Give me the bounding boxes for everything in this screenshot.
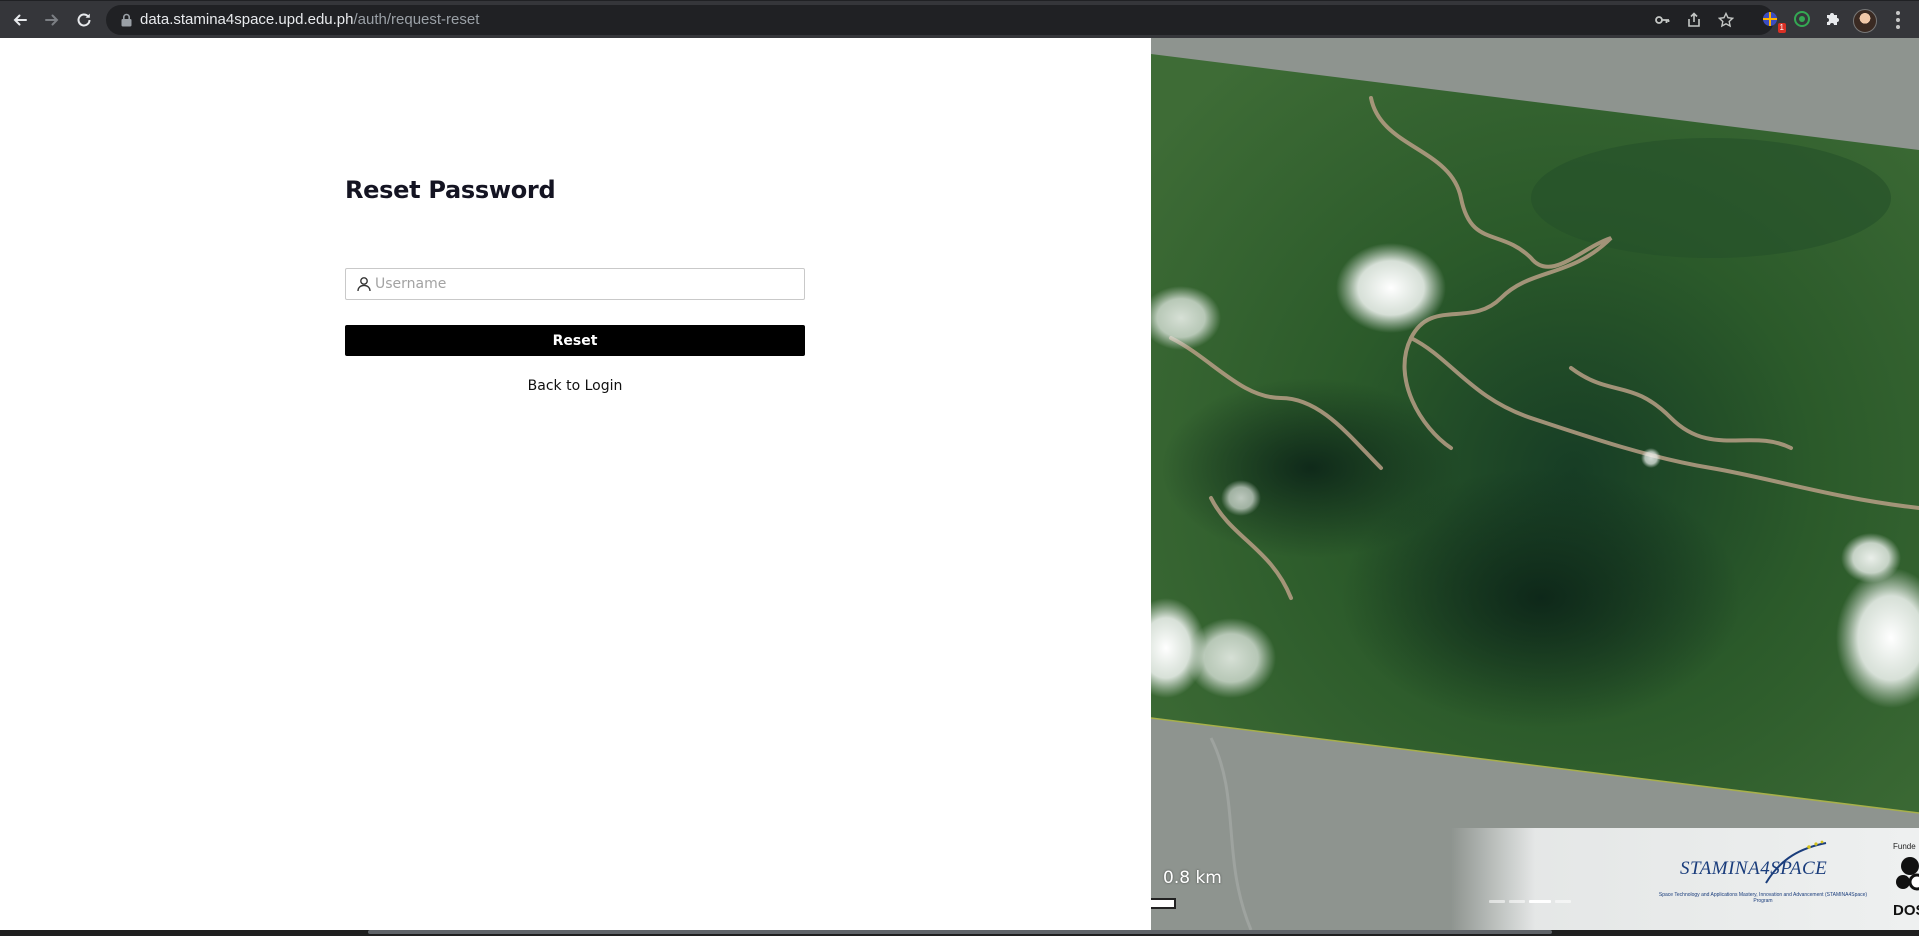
puzzle-icon[interactable] [1823,9,1845,31]
carousel-indicators [1489,900,1571,903]
menu-icon[interactable] [1890,9,1906,31]
funded-by-label: Funde [1893,842,1916,851]
horizontal-scrollbar[interactable] [368,930,1552,934]
url-text: data.stamina4space.upd.edu.ph/auth/reque… [140,5,479,35]
user-icon [357,277,371,292]
stamina4space-logo: STAMINA4SPACE [1680,858,1828,879]
reload-icon [77,13,91,27]
carousel-dot[interactable] [1489,900,1505,903]
carousel-dot[interactable] [1555,900,1571,903]
satellite-imagery [1151,38,1919,930]
reload-button[interactable] [69,6,99,34]
profile-avatar[interactable] [1853,9,1877,33]
browser-toolbar: data.stamina4space.upd.edu.ph/auth/reque… [0,0,1919,38]
forward-arrow-icon [45,14,59,26]
satellite-image-panel: 0.8 km STAMINA4SPACE Space Technology an… [1151,38,1919,930]
scale-bar [1151,898,1176,909]
scale-label: 0.8 km [1163,868,1222,888]
dost-logo-icon [1896,857,1919,891]
star-icon[interactable] [1718,12,1734,28]
lock-icon [121,13,132,27]
page-content: Reset Password Reset Back to Login [0,38,1919,930]
back-to-login-link[interactable]: Back to Login [345,378,805,394]
funder-name: DOS [1893,902,1919,919]
back-button[interactable] [5,6,35,34]
back-arrow-icon [13,14,27,26]
carousel-dot-active[interactable] [1529,900,1551,903]
address-bar[interactable]: data.stamina4space.upd.edu.ph/auth/reque… [106,5,1774,35]
reset-button[interactable]: Reset [345,325,805,356]
url-path: /auth/request-reset [353,11,480,28]
username-field[interactable] [345,268,805,300]
extension-icon[interactable]: 1 [1760,9,1786,33]
share-icon[interactable] [1686,12,1702,28]
target-extension-icon[interactable] [1792,9,1814,31]
key-icon[interactable] [1654,12,1670,28]
forward-button[interactable] [37,6,67,34]
logo-subtitle: Space Technology and Applications Master… [1658,892,1868,904]
carousel-dot[interactable] [1509,900,1525,903]
url-host: data.stamina4space.upd.edu.ph [140,11,354,28]
page-title: Reset Password [345,176,556,204]
username-input[interactable] [375,269,795,299]
extension-badge: 1 [1777,23,1786,33]
